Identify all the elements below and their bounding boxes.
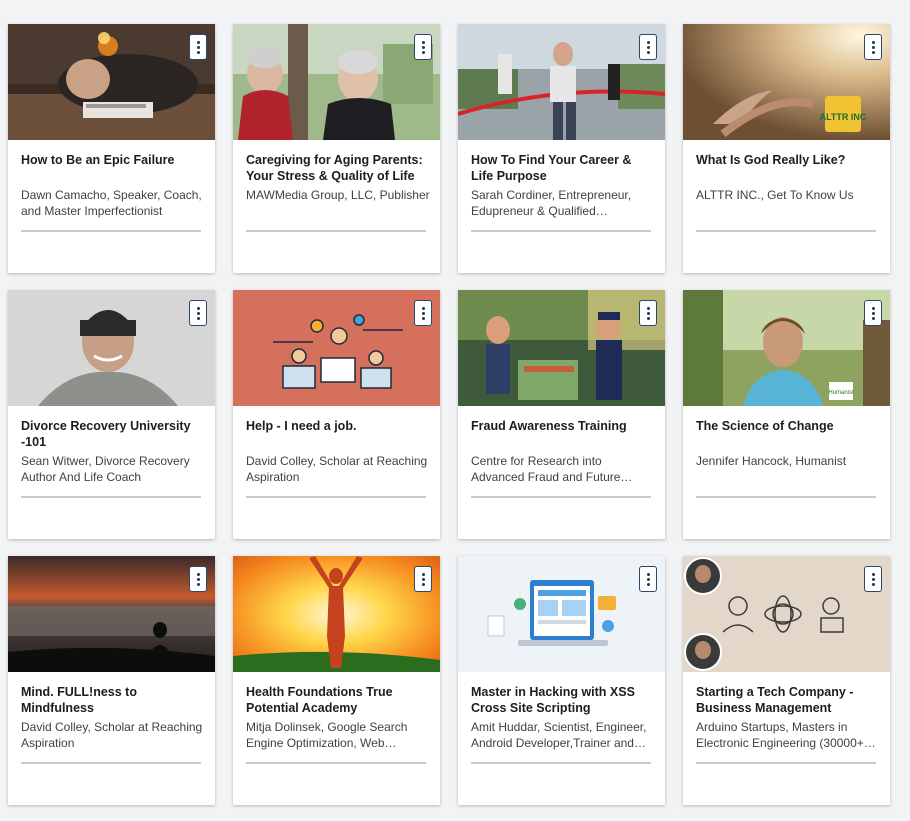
- course-author: Jennifer Hancock, Humanist: [696, 454, 847, 468]
- course-thumbnail[interactable]: [683, 556, 890, 672]
- course-thumbnail[interactable]: [8, 556, 215, 672]
- course-title[interactable]: Help - I need a job.: [246, 418, 431, 434]
- course-title[interactable]: The Science of Change: [696, 418, 881, 434]
- course-thumbnail[interactable]: [458, 290, 665, 406]
- course-title[interactable]: Fraud Awareness Training: [471, 418, 656, 434]
- course-title[interactable]: Mind. FULL!ness to Mindfulness: [21, 684, 206, 716]
- course-menu-button[interactable]: [864, 300, 882, 326]
- course-menu-button[interactable]: [864, 34, 882, 60]
- kebab-menu-icon: [646, 306, 650, 310]
- course-menu-button[interactable]: [639, 300, 657, 326]
- course-card[interactable]: Starting a Tech Company - Business Manag…: [683, 556, 890, 805]
- kebab-menu-icon: [196, 572, 200, 576]
- course-author: Amit Huddar, Scientist, Engineer, Androi…: [471, 720, 647, 750]
- kebab-menu-icon: [871, 572, 875, 576]
- kebab-menu-icon: [421, 40, 425, 44]
- progress-divider: [21, 496, 201, 498]
- course-card[interactable]: How To Find Your Career & Life Purpose S…: [458, 24, 665, 273]
- course-menu-button[interactable]: [639, 34, 657, 60]
- course-author: Dawn Camacho, Speaker, Coach, and Master…: [21, 188, 202, 218]
- course-menu-button[interactable]: [189, 34, 207, 60]
- progress-divider: [246, 230, 426, 232]
- progress-divider: [696, 496, 876, 498]
- course-menu-button[interactable]: [189, 566, 207, 592]
- course-menu-button[interactable]: [414, 34, 432, 60]
- course-card[interactable]: How to Be an Epic Failure Dawn Camacho, …: [8, 24, 215, 273]
- course-card[interactable]: ALTTR INC What Is God Really Like? ALTTR…: [683, 24, 890, 273]
- kebab-menu-icon: [196, 40, 200, 44]
- course-card[interactable]: Caregiving for Aging Parents: Your Stres…: [233, 24, 440, 273]
- kebab-menu-icon: [646, 572, 650, 576]
- course-thumbnail[interactable]: [233, 556, 440, 672]
- progress-divider: [471, 230, 651, 232]
- course-thumbnail[interactable]: [458, 24, 665, 140]
- course-card[interactable]: Fraud Awareness Training Centre for Rese…: [458, 290, 665, 539]
- course-thumbnail[interactable]: [8, 24, 215, 140]
- kebab-menu-icon: [421, 572, 425, 576]
- course-menu-button[interactable]: [639, 566, 657, 592]
- kebab-menu-icon: [871, 40, 875, 44]
- course-title[interactable]: Caregiving for Aging Parents: Your Stres…: [246, 152, 431, 184]
- course-title[interactable]: Divorce Recovery University -101: [21, 418, 206, 450]
- kebab-menu-icon: [196, 306, 200, 310]
- course-thumbnail[interactable]: ALTTR INC: [683, 24, 890, 140]
- course-author: MAWMedia Group, LLC, Publisher: [246, 188, 430, 202]
- course-title[interactable]: How to Be an Epic Failure: [21, 152, 206, 168]
- course-menu-button[interactable]: [864, 566, 882, 592]
- course-title[interactable]: How To Find Your Career & Life Purpose: [471, 152, 656, 184]
- course-author: Arduino Startups, Masters in Electronic …: [696, 720, 876, 750]
- course-thumbnail[interactable]: [8, 290, 215, 406]
- course-menu-button[interactable]: [414, 300, 432, 326]
- course-thumbnail[interactable]: [233, 24, 440, 140]
- progress-divider: [246, 762, 426, 764]
- humanist-logo: Humanist: [828, 390, 854, 396]
- course-menu-button[interactable]: [414, 566, 432, 592]
- course-author: Sean Witwer, Divorce Recovery Author And…: [21, 454, 190, 484]
- course-author: Mitja Dolinsek, Google Search Engine Opt…: [246, 720, 408, 750]
- course-author: ALTTR INC., Get To Know Us: [696, 188, 854, 202]
- alttr-logo: ALTTR INC: [820, 112, 867, 122]
- progress-divider: [696, 230, 876, 232]
- progress-divider: [21, 230, 201, 232]
- progress-divider: [696, 762, 876, 764]
- course-card[interactable]: Mind. FULL!ness to Mindfulness David Col…: [8, 556, 215, 805]
- kebab-menu-icon: [421, 306, 425, 310]
- course-thumbnail[interactable]: Humanist: [683, 290, 890, 406]
- course-card[interactable]: Help - I need a job. David Colley, Schol…: [233, 290, 440, 539]
- course-card[interactable]: Divorce Recovery University -101 Sean Wi…: [8, 290, 215, 539]
- course-thumbnail[interactable]: [233, 290, 440, 406]
- kebab-menu-icon: [646, 40, 650, 44]
- course-author: David Colley, Scholar at Reaching Aspira…: [21, 720, 203, 750]
- progress-divider: [246, 496, 426, 498]
- course-card[interactable]: Humanist The Science of Change Jennifer …: [683, 290, 890, 539]
- progress-divider: [471, 762, 651, 764]
- course-author: David Colley, Scholar at Reaching Aspira…: [246, 454, 428, 484]
- course-title[interactable]: Starting a Tech Company - Business Manag…: [696, 684, 881, 716]
- course-thumbnail[interactable]: [458, 556, 665, 672]
- course-card[interactable]: Master in Hacking with XSS Cross Site Sc…: [458, 556, 665, 805]
- progress-divider: [21, 762, 201, 764]
- progress-divider: [471, 496, 651, 498]
- course-card[interactable]: Health Foundations True Potential Academ…: [233, 556, 440, 805]
- course-author: Centre for Research into Advanced Fraud …: [471, 454, 633, 484]
- course-title[interactable]: Health Foundations True Potential Academ…: [246, 684, 431, 716]
- course-menu-button[interactable]: [189, 300, 207, 326]
- course-author: Sarah Cordiner, Entrepreneur, Edupreneur…: [471, 188, 632, 218]
- course-title[interactable]: What Is God Really Like?: [696, 152, 881, 168]
- kebab-menu-icon: [871, 306, 875, 310]
- course-title[interactable]: Master in Hacking with XSS Cross Site Sc…: [471, 684, 656, 716]
